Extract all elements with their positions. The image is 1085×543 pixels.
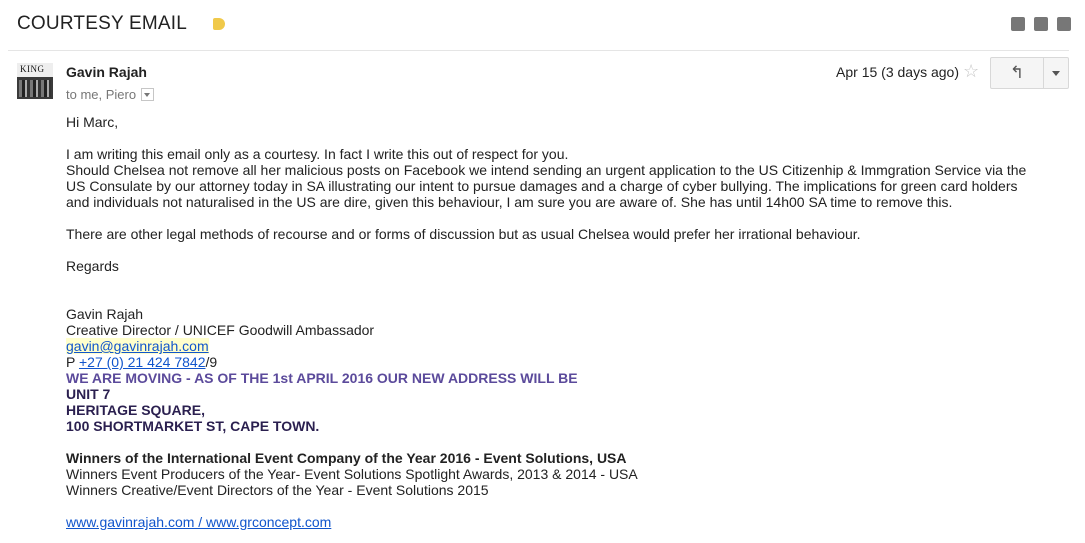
label-tag-icon[interactable] [213, 18, 225, 30]
message-body: Hi Marc, I am writing this email only as… [66, 114, 1066, 530]
body-paragraph: There are other legal methods of recours… [66, 226, 861, 242]
address-line: 100 SHORTMARKET ST, CAPE TOWN. [66, 418, 320, 434]
email-header: COURTESY EMAIL [0, 0, 1085, 50]
email-subject: COURTESY EMAIL [17, 13, 187, 34]
show-details-icon[interactable] [141, 88, 155, 101]
moving-notice: WE ARE MOVING - AS OF THE 1st APRIL 2016… [66, 370, 578, 386]
reply-icon: ↰ [1009, 63, 1025, 82]
reply-button[interactable]: ↰ [991, 58, 1044, 88]
recipients-text: to me, Piero [66, 87, 137, 102]
body-line: I am writing this email only as a courte… [66, 146, 569, 162]
new-window-icon[interactable] [1057, 17, 1071, 31]
address-line: UNIT 7 [66, 386, 111, 402]
header-toolbar [1011, 17, 1071, 31]
signature-name: Gavin Rajah [66, 306, 144, 322]
greeting: Hi Marc, [66, 114, 119, 130]
signature-email-link[interactable]: gavin@gavinrajah.com [66, 338, 209, 354]
avatar[interactable]: KING [17, 63, 53, 99]
header-divider [8, 50, 1069, 51]
phone-link[interactable]: +27 (0) 21 424 7842 [79, 354, 206, 370]
award-line: Winners Event Producers of the Year- Eve… [66, 466, 638, 482]
recipients-line: to me, Piero [66, 87, 155, 102]
address-line: HERITAGE SQUARE, [66, 402, 205, 418]
avatar-text: KING [20, 64, 45, 74]
star-icon[interactable]: ☆ [963, 61, 979, 82]
message-date[interactable]: Apr 15 (3 days ago) [836, 64, 959, 80]
sender-name[interactable]: Gavin Rajah [66, 64, 147, 80]
more-options-button[interactable] [1044, 58, 1068, 88]
print-icon[interactable] [1034, 17, 1048, 31]
closing: Regards [66, 258, 119, 274]
archive-icon[interactable] [1011, 17, 1025, 31]
award-line: Winners of the International Event Compa… [66, 450, 627, 466]
chevron-down-icon [1052, 70, 1060, 76]
websites-link[interactable]: www.gavinrajah.com / www.grconcept.com [66, 514, 331, 530]
reply-button-group: ↰ [990, 57, 1069, 89]
body-line: US Consulate by our attorney today in SA… [66, 178, 1018, 194]
body-line: Should Chelsea not remove all her malici… [66, 162, 1027, 178]
award-line: Winners Creative/Event Directors of the … [66, 482, 489, 498]
signature-phone-line: P +27 (0) 21 424 7842/9 [66, 354, 218, 370]
signature-title: Creative Director / UNICEF Goodwill Amba… [66, 322, 375, 338]
body-line: and individuals not naturalised in the U… [66, 194, 953, 210]
